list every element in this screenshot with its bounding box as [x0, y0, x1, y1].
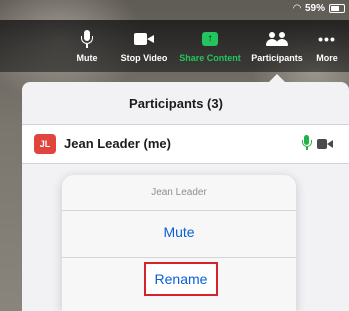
mute-participant-button[interactable]: Mute [62, 224, 296, 240]
microphone-icon [81, 30, 93, 48]
more-dots-icon: ••• [318, 31, 336, 47]
video-camera-icon [134, 33, 154, 45]
more-button[interactable]: ••• More [310, 24, 344, 68]
rename-label: Rename [154, 271, 208, 287]
avatar: JL [34, 134, 56, 154]
microphone-icon [302, 135, 312, 151]
video-camera-icon [317, 139, 333, 149]
share-arrow-icon: ↑ [202, 32, 218, 46]
participant-row[interactable]: JL Jean Leader (me) [22, 125, 349, 164]
share-content-label: Share Content [179, 53, 241, 63]
panel-title: Participants (3) [129, 96, 223, 111]
participants-label: Participants [251, 53, 303, 63]
stop-video-button[interactable]: Stop Video [116, 24, 172, 68]
battery-icon [329, 3, 345, 13]
participant-action-sheet: Jean Leader Mute Rename [62, 175, 296, 311]
status-bar: ◠ 59% [293, 0, 345, 16]
participant-name: Jean Leader (me) [64, 136, 171, 151]
mute-button[interactable]: Mute [68, 24, 106, 68]
battery-percent: 59% [304, 2, 325, 14]
participants-button[interactable]: Participants [246, 24, 308, 68]
more-label: More [316, 53, 338, 63]
share-content-button[interactable]: ↑ Share Content [178, 24, 242, 68]
rename-button[interactable]: Rename [144, 262, 218, 296]
mute-label: Mute [76, 53, 98, 63]
divider [62, 257, 296, 258]
participants-icon [266, 31, 288, 47]
meeting-toolbar: Mute Stop Video ↑ Share Content Particip… [0, 20, 349, 72]
wifi-icon: ◠ [293, 2, 301, 14]
action-sheet-title: Jean Leader [151, 187, 207, 198]
divider [62, 210, 296, 211]
stop-video-label: Stop Video [120, 53, 168, 63]
